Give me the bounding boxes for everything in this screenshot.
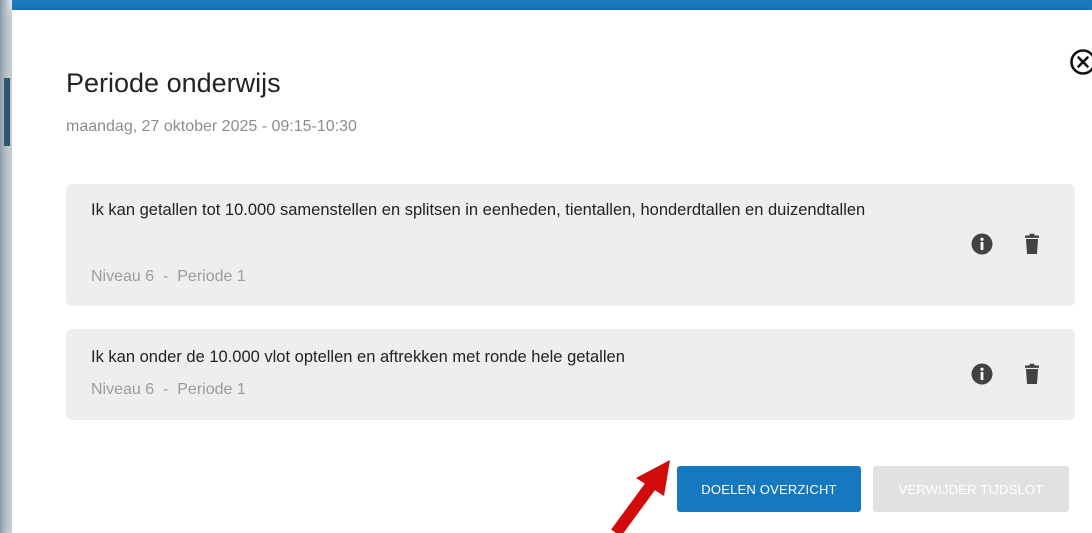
lesson-dialog: Periode onderwijs maandag, 27 oktober 20… bbox=[12, 10, 1092, 533]
background-page-edge bbox=[0, 0, 12, 533]
info-icon[interactable] bbox=[971, 233, 993, 255]
goal-level-period: Niveau 6 - Periode 1 bbox=[91, 268, 246, 285]
goal-card: Ik kan getallen tot 10.000 samenstellen … bbox=[66, 184, 1075, 306]
background-page-accent bbox=[4, 78, 10, 146]
goal-level-period: Niveau 6 - Periode 1 bbox=[91, 381, 246, 398]
info-icon[interactable] bbox=[971, 363, 993, 385]
dialog-subtitle: maandag, 27 oktober 2025 - 09:15-10:30 bbox=[66, 118, 357, 135]
goals-overview-button[interactable]: DOELEN OVERZICHT bbox=[677, 466, 861, 512]
trash-icon[interactable] bbox=[1021, 233, 1043, 255]
dialog-title: Periode onderwijs bbox=[66, 68, 281, 98]
delete-timeslot-button[interactable]: VERWIJDER TIJDSLOT bbox=[873, 466, 1069, 512]
goal-card: Ik kan onder de 10.000 vlot optellen en … bbox=[66, 329, 1075, 420]
app-top-bar bbox=[0, 0, 1092, 10]
close-icon[interactable] bbox=[1069, 48, 1092, 76]
trash-icon[interactable] bbox=[1021, 363, 1043, 385]
goal-description: Ik kan getallen tot 10.000 samenstellen … bbox=[91, 201, 866, 219]
goal-description: Ik kan onder de 10.000 vlot optellen en … bbox=[91, 348, 625, 366]
